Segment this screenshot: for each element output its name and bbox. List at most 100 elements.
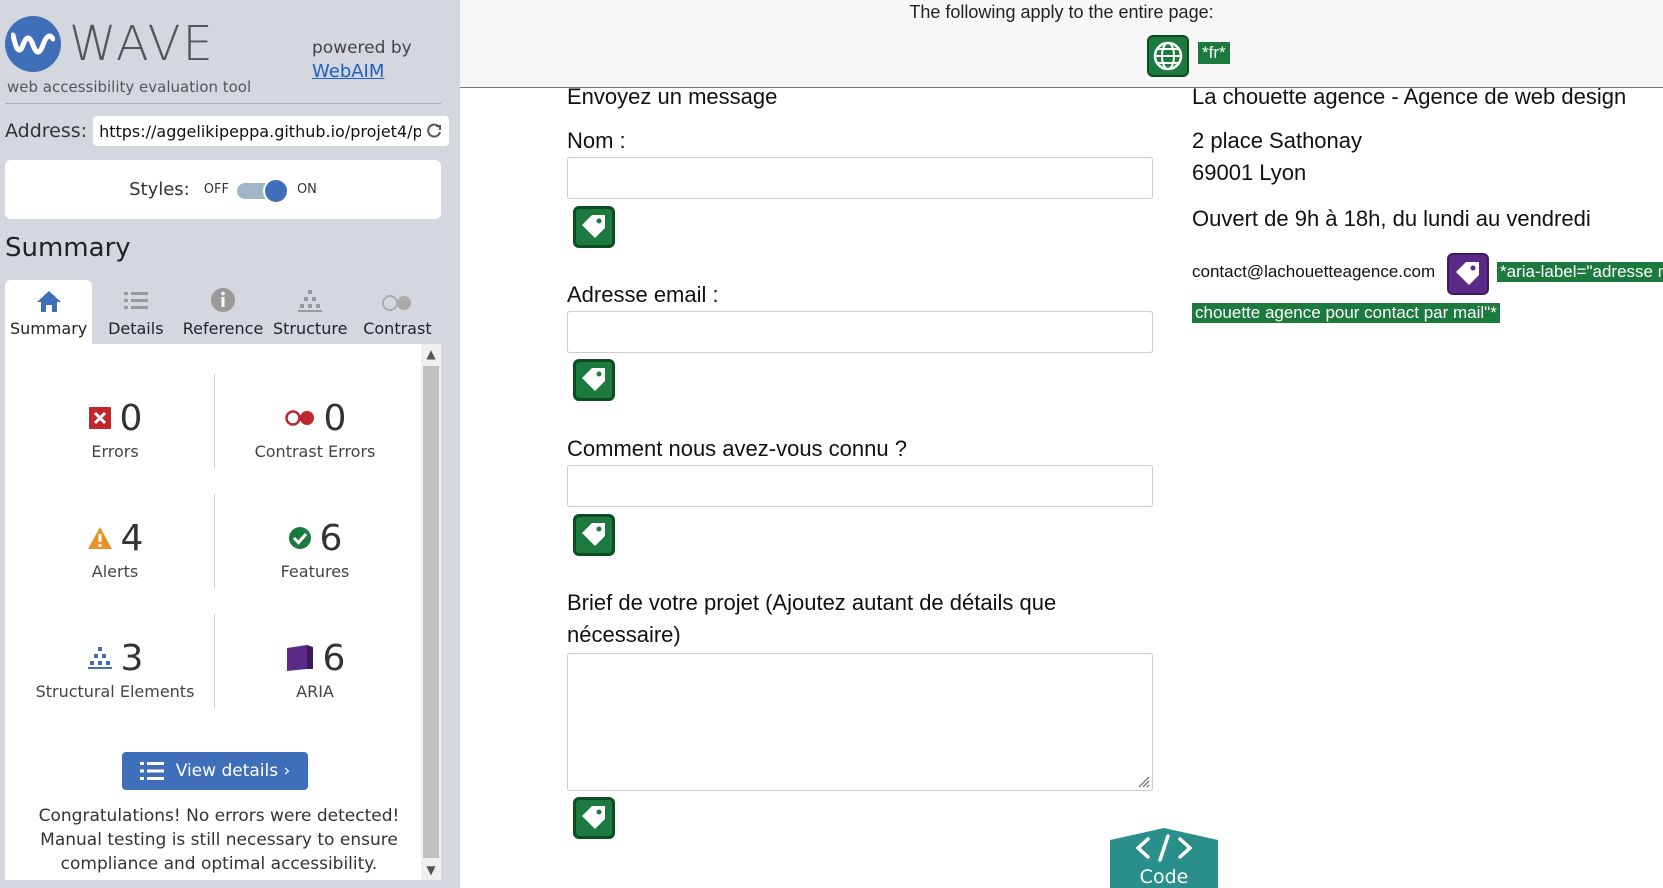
language-icon[interactable] <box>1147 35 1189 77</box>
structure-element-icon <box>87 647 112 669</box>
address-input[interactable]: https://aggelikipeppa.github.io/projet4/… <box>93 116 450 146</box>
feature-check-icon <box>288 527 311 549</box>
email-label: Adresse email : <box>567 282 719 307</box>
nom-input[interactable] <box>567 157 1153 199</box>
panel-title: Summary <box>5 233 131 263</box>
wave-logo[interactable]: WAVE <box>5 16 215 72</box>
scroll-up-icon[interactable]: ▲ <box>425 348 437 360</box>
tab-details[interactable]: Details <box>92 280 180 344</box>
aria-label-icon[interactable] <box>1447 253 1489 295</box>
metric-structural[interactable]: 3 Structural Elements <box>15 636 215 702</box>
metric-contrast-errors[interactable]: 0 Contrast Errors <box>215 396 415 462</box>
contrast-icon <box>382 295 412 311</box>
brief-textarea[interactable] <box>567 653 1153 791</box>
language-tag[interactable]: *fr* <box>1198 42 1230 64</box>
structure-icon <box>298 290 323 312</box>
features-label: Features <box>280 562 350 581</box>
brief-label-line1: Brief de votre projet (Ajoutez autant de… <box>567 590 1057 615</box>
tab-label: Reference <box>182 319 264 338</box>
code-toggle-button[interactable]: Code <box>1108 828 1220 888</box>
metric-errors[interactable]: 0 Errors <box>15 396 215 461</box>
view-details-button[interactable]: View details › <box>122 752 308 790</box>
label-tag-icon[interactable] <box>573 797 615 839</box>
label-tag-icon[interactable] <box>573 206 615 248</box>
tab-contrast[interactable]: Contrast <box>353 280 442 344</box>
wave-logo-icon <box>5 16 61 72</box>
home-icon <box>36 291 61 312</box>
info-icon <box>211 288 235 312</box>
metric-alerts[interactable]: 4 Alerts <box>15 516 215 581</box>
powered-by-text: powered by <box>312 38 412 58</box>
errors-count: 0 <box>119 397 143 439</box>
metric-aria[interactable]: 6 ARIA <box>215 636 415 701</box>
webaim-link[interactable]: WebAIM <box>312 61 384 82</box>
reload-icon[interactable] <box>425 122 443 140</box>
styles-on-label: ON <box>296 182 317 197</box>
wave-tagline: web accessibility evaluation tool <box>7 78 252 96</box>
contrast-errors-count: 0 <box>323 397 347 439</box>
resize-grip-icon[interactable] <box>1134 772 1150 788</box>
tab-label: Structure <box>272 319 348 338</box>
powered-by: powered by WebAIM <box>312 36 412 84</box>
styles-label: Styles: <box>129 179 190 200</box>
tab-label: Details <box>108 319 164 338</box>
contrast-errors-label: Contrast Errors <box>254 442 376 461</box>
tab-label: Contrast <box>363 319 432 338</box>
features-count: 6 <box>319 517 343 559</box>
styles-toggle[interactable] <box>236 177 289 204</box>
address-bar: Address: https://aggelikipeppa.github.io… <box>5 116 450 146</box>
tab-reference[interactable]: Reference <box>179 280 267 344</box>
structural-label: Structural Elements <box>35 682 195 701</box>
nom-label: Nom : <box>567 128 626 153</box>
styles-off-label: OFF <box>203 182 229 197</box>
aria-label-text-line2: chouette agence pour contact par mail"* <box>1192 303 1500 323</box>
structural-count: 3 <box>120 637 144 679</box>
scroll-thumb[interactable] <box>423 366 439 858</box>
error-icon <box>88 407 111 429</box>
agency-street: 2 place Sathonay <box>1192 128 1363 153</box>
form-heading: Envoyez un message <box>567 84 778 109</box>
agency-name: La chouette agence - Agence de web desig… <box>1192 84 1627 109</box>
source-label: Comment nous avez-vous connu ? <box>567 436 907 461</box>
address-label: Address: <box>5 120 88 142</box>
aria-label: ARIA <box>296 682 334 701</box>
page-preview: The following apply to the entire page: … <box>460 0 1663 888</box>
brief-label-line2: nécessaire) <box>567 622 681 647</box>
errors-label: Errors <box>91 442 139 461</box>
aria-label-text-line1: *aria-label="adresse mail de la <box>1497 262 1663 282</box>
scrollbar[interactable]: ▲ ▼ <box>421 344 441 880</box>
wave-logo-text: WAVE <box>69 16 215 72</box>
contrast-error-icon <box>284 410 314 426</box>
alerts-count: 4 <box>120 517 144 559</box>
tab-summary[interactable]: Summary <box>5 280 93 344</box>
divider <box>5 103 441 104</box>
source-input[interactable] <box>567 465 1153 507</box>
agency-city: 69001 Lyon <box>1192 160 1307 185</box>
congrats-message: Congratulations! No errors were detected… <box>38 806 400 874</box>
tab-label: Summary <box>9 319 88 338</box>
address-value[interactable]: https://aggelikipeppa.github.io/projet4/… <box>99 122 421 141</box>
agency-hours: Ouvert de 9h à 18h, du lundi au vendredi <box>1192 206 1591 231</box>
summary-panel: 0 Errors 0 Contrast Errors 4 Alerts 6 Fe… <box>5 344 441 880</box>
email-input[interactable] <box>567 311 1153 353</box>
metric-features[interactable]: 6 Features <box>215 516 415 582</box>
tab-bar: Summary Details Reference Structure Cont… <box>5 280 442 344</box>
tab-structure[interactable]: Structure <box>266 280 354 344</box>
list-icon <box>139 762 164 780</box>
aria-icon <box>286 645 313 671</box>
aria-count: 6 <box>322 637 346 679</box>
page-level-banner: The following apply to the entire page: … <box>460 0 1663 88</box>
page-level-text: The following apply to the entire page: <box>909 2 1214 22</box>
scroll-down-icon[interactable]: ▼ <box>425 864 437 876</box>
styles-toggle-card: Styles: OFF ON <box>5 160 441 219</box>
alerts-label: Alerts <box>91 562 139 581</box>
wave-sidebar: WAVE web accessibility evaluation tool p… <box>0 0 460 888</box>
contact-email-link[interactable]: contact@lachouetteagence.com <box>1192 262 1435 282</box>
view-details-label: View details › <box>175 761 291 781</box>
alert-icon <box>87 527 112 549</box>
toggle-knob[interactable] <box>262 177 289 204</box>
label-tag-icon[interactable] <box>573 514 615 556</box>
code-label: Code <box>1139 866 1189 888</box>
label-tag-icon[interactable] <box>573 359 615 401</box>
list-icon <box>123 292 148 309</box>
